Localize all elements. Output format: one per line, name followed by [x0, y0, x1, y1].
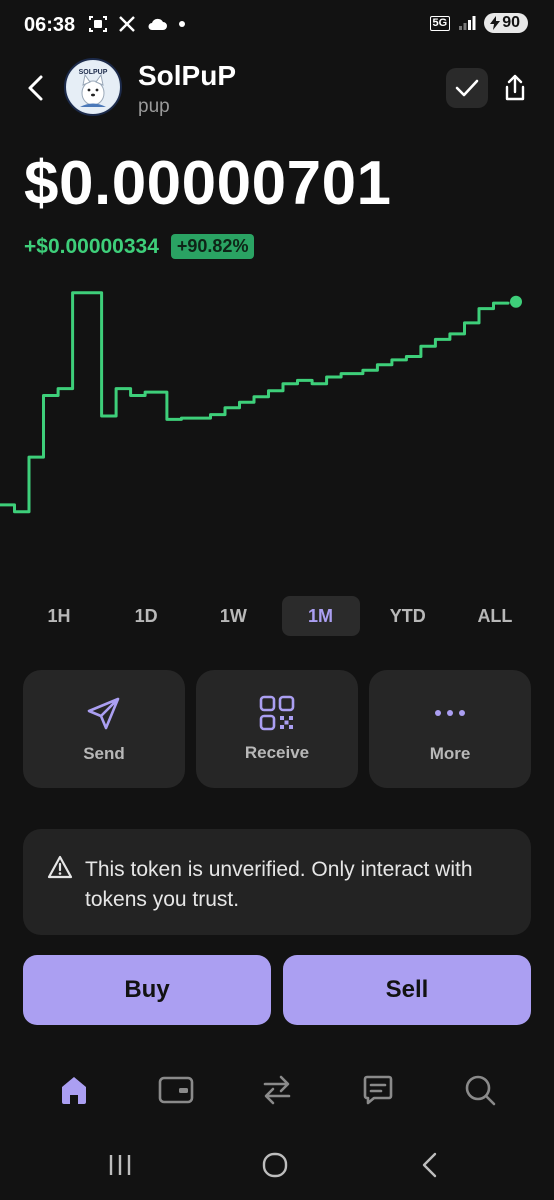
- share-icon: [505, 74, 525, 101]
- status-time: 06:38: [24, 14, 76, 36]
- recent-apps-icon: [109, 1155, 131, 1175]
- more-button[interactable]: More: [369, 670, 531, 788]
- battery-icon: 90: [484, 13, 528, 33]
- system-home-button[interactable]: [255, 1150, 295, 1180]
- price-series-line: [0, 291, 510, 514]
- range-tab-1h[interactable]: 1H: [20, 596, 98, 636]
- price-chart[interactable]: [0, 280, 554, 570]
- range-tab-all[interactable]: ALL: [456, 596, 534, 636]
- qr-code-icon: [259, 695, 295, 731]
- bottom-nav: [0, 1060, 554, 1120]
- buy-button[interactable]: Buy: [23, 955, 271, 1025]
- dot-icon: [179, 21, 185, 27]
- unverified-warning-banner: This token is unverified. Only interact …: [23, 829, 531, 935]
- token-logo: SOLPUP: [64, 58, 122, 116]
- battery-level: 90: [502, 14, 520, 31]
- x-logo-icon: [119, 16, 135, 32]
- receive-label: Receive: [244, 743, 310, 762]
- cloud-icon: [148, 18, 167, 30]
- token-price: $0.00000701: [24, 149, 392, 218]
- nav-swap[interactable]: [255, 1068, 299, 1112]
- nav-messages[interactable]: [356, 1068, 400, 1112]
- send-icon: [87, 697, 120, 730]
- range-tab-1w[interactable]: 1W: [194, 596, 272, 636]
- time-range-selector: 1H 1D 1W 1M YTD ALL: [20, 596, 534, 636]
- wallet-card-icon: [158, 1076, 194, 1104]
- warning-text: This token is unverified. Only interact …: [85, 858, 473, 911]
- nav-search[interactable]: [458, 1068, 502, 1112]
- status-icons-right: 5G 90: [429, 13, 528, 33]
- token-header: SOLPUP SolPuP pup: [0, 56, 554, 120]
- warning-icon: [47, 855, 73, 879]
- screenshot-icon: [89, 16, 107, 32]
- recent-apps-button[interactable]: [100, 1150, 140, 1180]
- price-change-absolute: +$0.00000334: [24, 234, 159, 258]
- action-cards: Send Receive More: [23, 670, 531, 788]
- range-tab-1m[interactable]: 1M: [281, 596, 360, 636]
- more-dots-icon: [435, 710, 465, 716]
- token-symbol: pup: [138, 96, 170, 117]
- more-label: More: [429, 744, 471, 763]
- chat-icon: [363, 1075, 393, 1105]
- price-change-percent-badge: +90.82%: [170, 234, 255, 259]
- nav-home[interactable]: [52, 1068, 96, 1112]
- range-tab-ytd[interactable]: YTD: [369, 596, 447, 636]
- network-5g-icon: 5G: [429, 15, 451, 31]
- dog-logo-icon: SOLPUP: [67, 61, 119, 113]
- check-icon: [455, 79, 479, 97]
- logo-text: SOLPUP: [79, 69, 108, 76]
- token-name: SolPuP: [138, 60, 237, 91]
- swap-icon: [263, 1075, 291, 1105]
- back-chevron-icon: [28, 75, 43, 101]
- verify-check-button[interactable]: [446, 68, 488, 108]
- home-circle-icon: [262, 1152, 288, 1178]
- back-button[interactable]: [18, 68, 52, 108]
- price-change-row: +$0.00000334 +90.82%: [24, 234, 255, 259]
- home-icon: [62, 1077, 86, 1104]
- system-back-icon: [422, 1152, 437, 1178]
- charging-bolt-icon: [490, 16, 501, 30]
- send-label: Send: [83, 744, 125, 763]
- search-icon: [465, 1075, 496, 1106]
- nav-wallet[interactable]: [154, 1068, 198, 1112]
- current-price-dot: [510, 295, 522, 308]
- system-navigation-bar: [0, 1140, 554, 1190]
- status-icons-left: [88, 14, 186, 34]
- range-tab-1d[interactable]: 1D: [107, 596, 185, 636]
- status-bar: 06:38 5G 90: [0, 0, 554, 52]
- system-back-button[interactable]: [410, 1150, 450, 1180]
- signal-icon: [459, 16, 476, 30]
- share-button[interactable]: [494, 68, 536, 108]
- receive-button[interactable]: Receive: [196, 670, 358, 788]
- send-button[interactable]: Send: [23, 670, 185, 788]
- trade-buttons: Buy Sell: [23, 955, 531, 1025]
- sell-button[interactable]: Sell: [283, 955, 531, 1025]
